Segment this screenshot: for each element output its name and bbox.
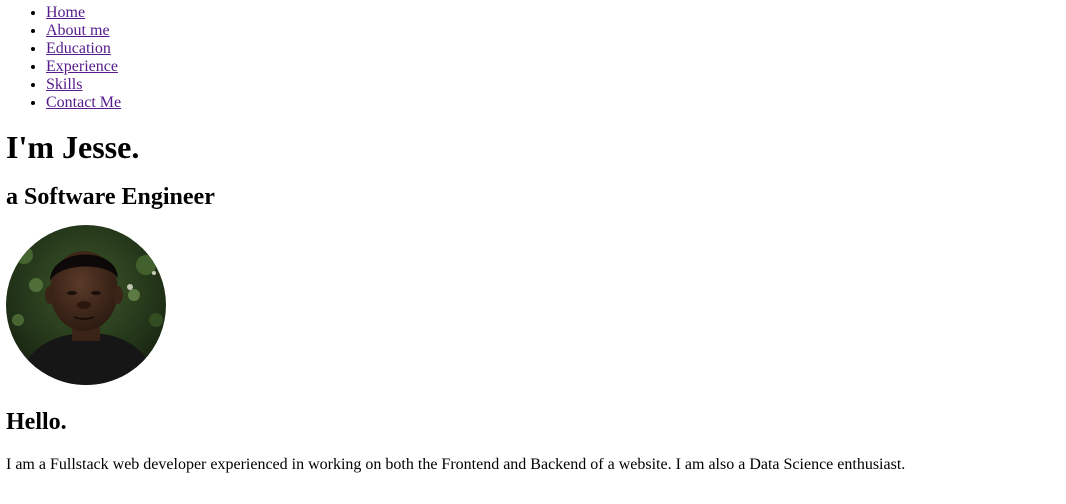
hero-title: I'm Jesse. [6, 129, 140, 165]
nav-item-contact: Contact Me [46, 94, 1060, 112]
avatar-photo [6, 225, 166, 385]
nav-item-about: About me [46, 22, 1060, 40]
about-intro: I am a Fullstack web developer experienc… [6, 456, 906, 473]
hero-subtitle: a Software Engineer [6, 184, 215, 210]
nav-link-about[interactable]: About me [46, 22, 110, 39]
nav-item-experience: Experience [46, 58, 1060, 76]
nav-item-education: Education [46, 40, 1060, 58]
nav-link-skills[interactable]: Skills [46, 76, 82, 93]
avatar [6, 225, 166, 385]
nav-list: Home About me Education Experience Skill… [6, 4, 1060, 112]
nav-link-contact[interactable]: Contact Me [46, 94, 121, 111]
about-greeting: Hello. [6, 409, 67, 435]
nav-link-home[interactable]: Home [46, 4, 85, 21]
nav-link-experience[interactable]: Experience [46, 58, 118, 75]
nav-item-skills: Skills [46, 76, 1060, 94]
nav-link-education[interactable]: Education [46, 40, 111, 57]
nav-item-home: Home [46, 4, 1060, 22]
main-nav: Home About me Education Experience Skill… [6, 4, 1060, 112]
